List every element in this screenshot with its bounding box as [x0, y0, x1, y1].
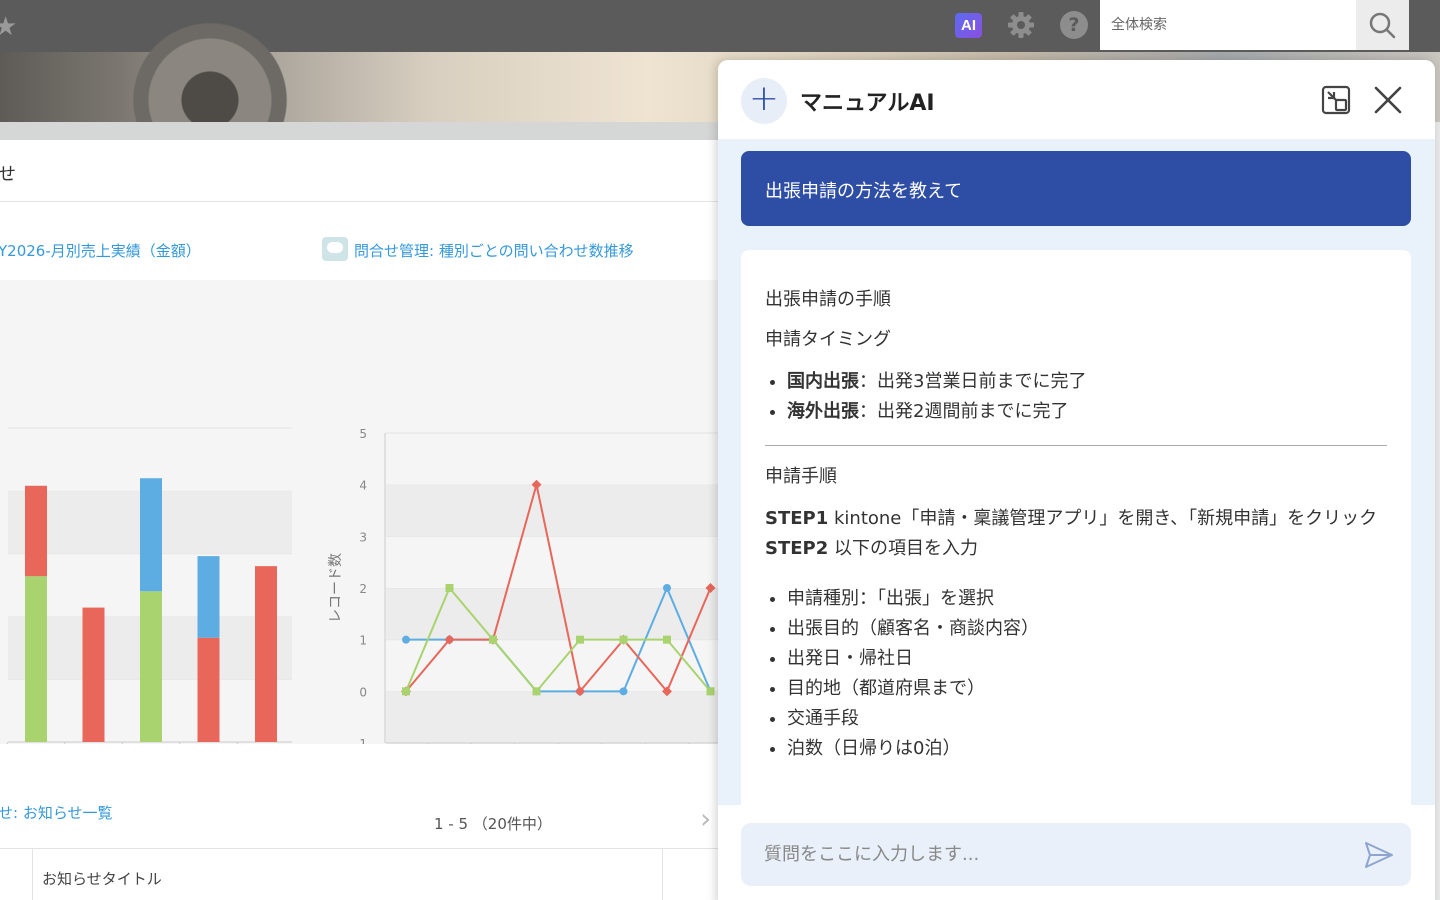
list-item: 交通手段: [787, 704, 1387, 734]
data-point: [445, 584, 454, 592]
step1: STEP1 kintone「申請・稟議管理アプリ」を開き、「新規申請」をクリック: [765, 508, 1378, 529]
gear-icon[interactable]: [1005, 9, 1037, 41]
dashboard-main: せ Y2026-月別売上実績（金額） 問合せ管理: 種別ごとの問い合わせ数推移 …: [0, 140, 720, 900]
send-icon[interactable]: [1363, 839, 1395, 871]
steps-heading: 申請手順: [765, 466, 837, 487]
panel-title: マニュアルAI: [800, 91, 935, 116]
data-point: [532, 687, 541, 696]
data-point: [402, 635, 410, 644]
data-point: [706, 687, 715, 696]
bar: [140, 478, 162, 592]
y-tick-label: 4: [359, 479, 367, 493]
divider: [0, 201, 720, 202]
search-button[interactable]: [1356, 0, 1409, 50]
y-tick-label: 5: [359, 427, 367, 441]
list-item: 出発日・帰社日: [787, 644, 1387, 674]
panel-header: + マニュアルAI: [718, 60, 1435, 140]
chart-band: [386, 433, 720, 485]
y-tick-label: 2: [359, 582, 367, 596]
ai-button[interactable]: AI: [955, 13, 982, 38]
bar: [82, 607, 105, 742]
data-point: [619, 635, 628, 644]
list-item: 申請種別：「出張」を選択: [787, 584, 1387, 614]
y-tick-label: 3: [359, 530, 367, 544]
chart-band: [386, 484, 720, 537]
close-icon[interactable]: [1372, 84, 1404, 116]
list-item: 泊数（日帰りは0泊）: [787, 734, 1387, 764]
notice-list-link[interactable]: せ: お知らせ一覧: [0, 802, 113, 823]
list-item: 出張目的（顧客名・商談内容）: [787, 614, 1387, 644]
data-point: [402, 687, 410, 696]
y-tick-label: -1: [355, 737, 367, 744]
chat-body: 出張申請の方法を教えて 出張申請の手順 申請タイミング 国内出張：出発3営業日前…: [718, 140, 1435, 805]
bar: [25, 485, 47, 577]
fields-list: 申請種別：「出張」を選択 出張目的（顧客名・商談内容） 出発日・帰社日 目的地（…: [765, 584, 1387, 764]
data-point: [489, 635, 497, 644]
help-icon[interactable]: ?: [1060, 11, 1088, 39]
timing-heading: 申請タイミング: [765, 329, 891, 350]
list-item: 目的地（都道府県まで）: [787, 674, 1387, 704]
table-border: [32, 849, 33, 900]
bar: [197, 637, 220, 742]
table-border: [662, 849, 663, 900]
answer-divider: [765, 445, 1387, 446]
search-icon: [1369, 12, 1396, 39]
bar: [140, 591, 162, 742]
table-border: [0, 848, 720, 849]
bar: [197, 556, 220, 638]
y-tick-label: 0: [359, 685, 367, 699]
data-point: [576, 635, 584, 644]
list-item: 国内出張：出発3営業日前までに完了: [787, 367, 1387, 397]
header-divider: [0, 122, 720, 140]
pager-text: 1 - 5 （20件中）: [434, 815, 552, 833]
answer-heading: 出張申請の手順: [765, 289, 891, 310]
minimize-icon[interactable]: [1320, 84, 1352, 116]
charts-svg: 2026-042026-052026-062026-072026-08受注予定日…: [6, 427, 720, 744]
bar: [25, 576, 47, 742]
sales-chart-link[interactable]: Y2026-月別売上実績（金額）: [0, 240, 201, 261]
step2: STEP2 以下の項目を入力: [765, 538, 978, 559]
global-search-input[interactable]: [1100, 0, 1356, 50]
timing-list: 国内出張：出発3営業日前までに完了 海外出張：出発2週間前までに完了: [765, 367, 1387, 427]
ai-answer: 出張申請の手順 申請タイミング 国内出張：出発3営業日前までに完了 海外出張：出…: [741, 250, 1411, 805]
chat-icon: [322, 237, 348, 261]
y-axis-label: レコード数: [328, 553, 344, 623]
inquiry-chart-link[interactable]: 問合せ管理: 種別ごとの問い合わせ数推移: [354, 240, 634, 261]
chart-band: [386, 691, 720, 743]
chat-input-bar: [741, 823, 1411, 886]
y-tick-label: 1: [359, 634, 367, 648]
list-item: 海外出張：出発2週間前までに完了: [787, 397, 1387, 427]
star-icon[interactable]: ★: [0, 12, 17, 42]
data-point: [619, 687, 628, 696]
data-point: [663, 635, 671, 644]
chevron-right-icon[interactable]: ›: [700, 802, 711, 835]
table-header-title: お知らせタイトル: [42, 870, 162, 888]
section-title: せ: [0, 164, 16, 185]
new-chat-button[interactable]: +: [741, 78, 787, 124]
question-input[interactable]: [741, 823, 1351, 886]
user-message: 出張申請の方法を教えて: [741, 151, 1411, 226]
data-point: [663, 584, 671, 592]
ai-chat-panel: + マニュアルAI 出張申請の方法を教えて 出張申請の手順 申請タイミング 国内…: [718, 60, 1435, 900]
bar: [255, 566, 277, 742]
